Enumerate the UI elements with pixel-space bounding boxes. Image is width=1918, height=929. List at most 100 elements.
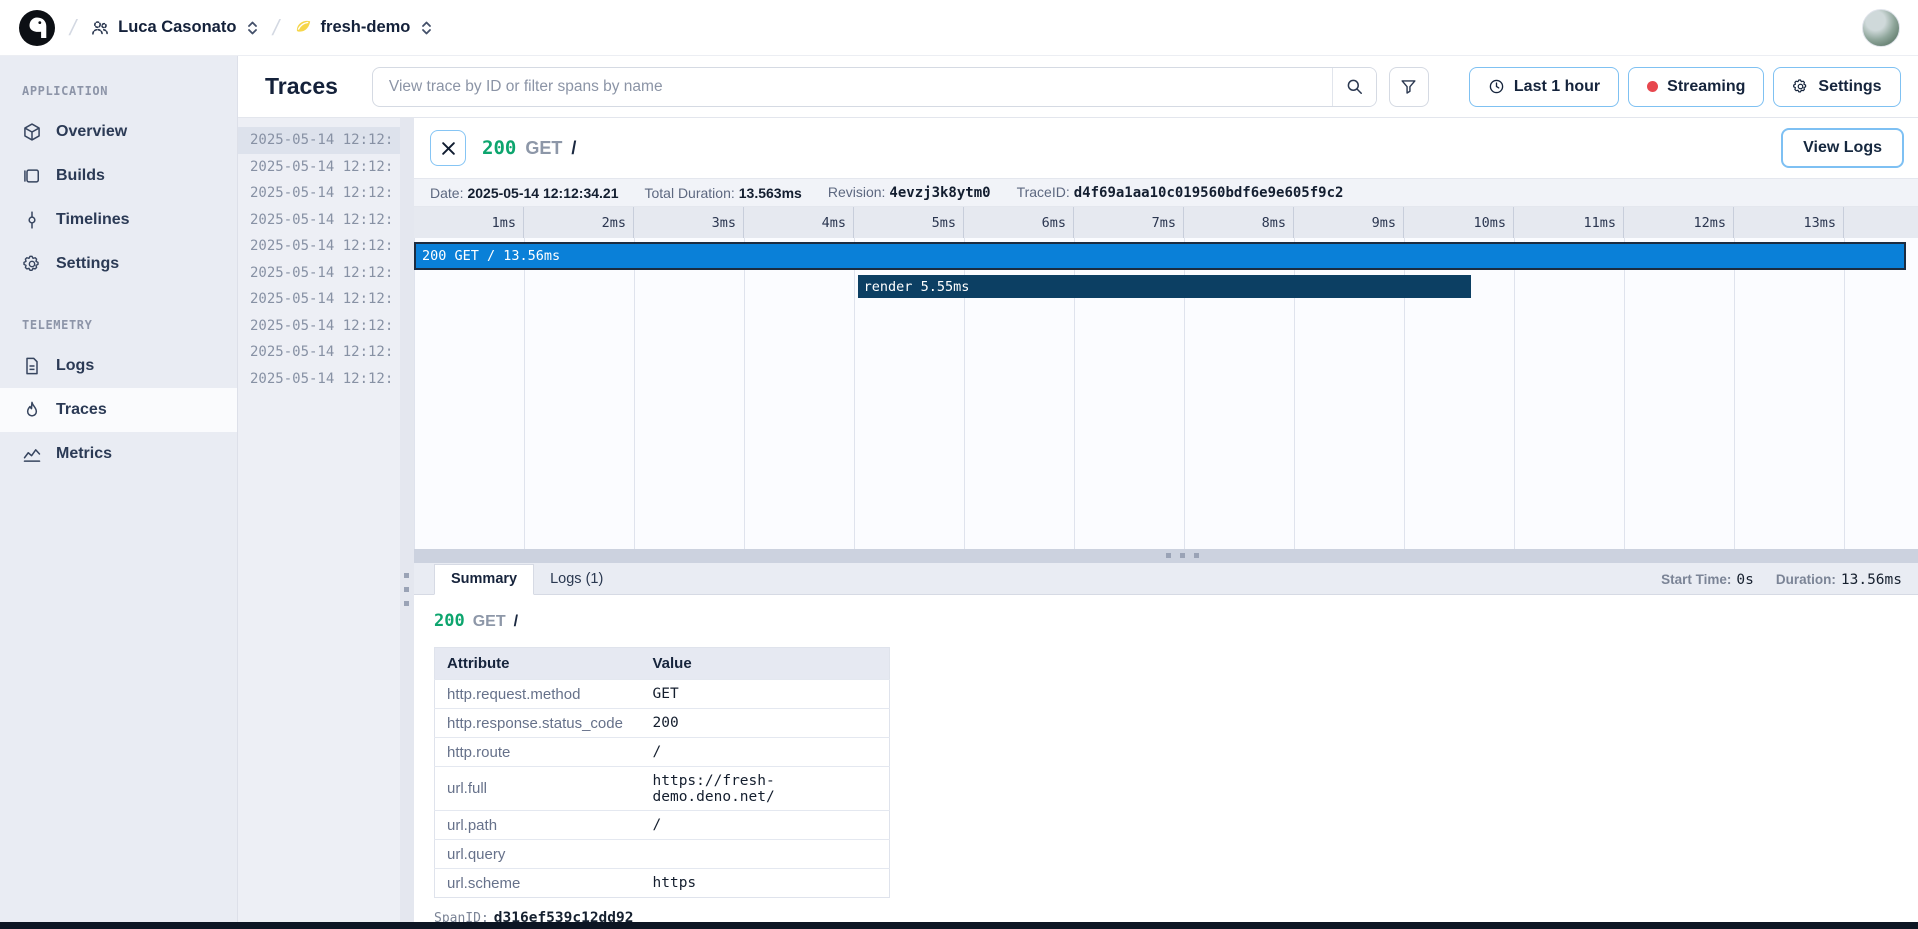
trace-meta-strip: Date:2025-05-14 12:12:34.21 Total Durati… <box>414 178 1918 207</box>
span-id-label: SpanID: <box>434 911 489 922</box>
date-label: Date: <box>430 185 463 201</box>
sidebar-item-label: Settings <box>56 255 119 273</box>
sidebar-item-label: Traces <box>56 401 107 419</box>
table-row: http.route / <box>435 738 890 767</box>
sidebar-item-settings[interactable]: Settings <box>0 242 237 286</box>
status-code: 200 <box>482 137 516 159</box>
summary-panel: 200 GET / Attribute Value <box>414 595 1918 922</box>
drag-dots-icon <box>1166 553 1199 558</box>
timeline-slider-icon <box>22 210 42 230</box>
sidebar-item-label: Builds <box>56 167 105 185</box>
trace-list-item[interactable]: 2025-05-14 12:12: <box>238 260 400 287</box>
sidebar-section-application: APPLICATION <box>0 74 237 110</box>
span-range-info: Start Time:0s Duration:13.56ms <box>1661 572 1902 594</box>
trace-detail-panel: 200 GET / View Logs Date:2025-05-14 12:1… <box>414 118 1918 922</box>
timeline-ruler: 1ms 2ms 3ms 4ms 5ms 6ms 7ms 8ms <box>414 207 1918 238</box>
span-bar[interactable]: 200 GET / 13.56ms <box>414 242 1906 270</box>
trace-list-item[interactable]: 2025-05-14 12:12: <box>238 366 400 393</box>
ruler-tick: 6ms <box>964 207 1074 238</box>
trace-list-item[interactable]: 2025-05-14 12:12: <box>238 154 400 181</box>
sidebar-item-timelines[interactable]: Timelines <box>0 198 237 242</box>
sidebar-item-builds[interactable]: Builds <box>0 154 237 198</box>
ruler-tick: 11ms <box>1514 207 1624 238</box>
sidebar-section-telemetry: TELEMETRY <box>0 308 237 344</box>
streaming-button[interactable]: Streaming <box>1628 67 1764 107</box>
settings-label: Settings <box>1818 78 1881 96</box>
attribute-value: / <box>641 738 890 767</box>
breadcrumb-project[interactable]: fresh-demo <box>294 18 434 37</box>
span-bar[interactable]: render 5.55ms <box>858 275 1472 298</box>
duration-label: Duration: <box>1776 572 1836 587</box>
attribute-name: http.request.method <box>435 680 641 709</box>
project-selector-icon[interactable] <box>420 20 433 36</box>
table-row: http.request.method GET <box>435 680 890 709</box>
fresh-project-icon <box>294 18 313 37</box>
route-path: / <box>571 138 576 159</box>
sidebar-item-traces[interactable]: Traces <box>0 388 237 432</box>
details-tab-bar: Summary Logs (1) Start Time:0s Duration:… <box>414 563 1918 595</box>
column-header-value: Value <box>641 648 890 680</box>
total-duration-label: Total Duration: <box>644 185 734 201</box>
search-input[interactable] <box>373 68 1332 106</box>
trace-list-item[interactable]: 2025-05-14 12:12: <box>238 233 400 260</box>
streaming-label: Streaming <box>1667 78 1745 96</box>
trace-settings-button[interactable]: Settings <box>1773 67 1900 107</box>
trace-list-item[interactable]: 2025-05-14 12:12: <box>238 339 400 366</box>
deno-logo-icon[interactable] <box>18 9 56 47</box>
org-selector-icon[interactable] <box>246 20 259 36</box>
table-row: url.path / <box>435 811 890 840</box>
view-logs-button[interactable]: View Logs <box>1781 128 1904 168</box>
sidebar-item-metrics[interactable]: Metrics <box>0 432 237 476</box>
breadcrumb-separator: / <box>271 15 283 41</box>
filter-button[interactable] <box>1389 67 1429 107</box>
http-method: GET <box>473 613 506 631</box>
attribute-name: url.path <box>435 811 641 840</box>
close-icon <box>441 141 456 156</box>
ruler-tick: 5ms <box>854 207 964 238</box>
attribute-value: 200 <box>641 709 890 738</box>
route-path: / <box>514 613 518 631</box>
sidebar-item-logs[interactable]: Logs <box>0 344 237 388</box>
cube-icon <box>22 122 42 142</box>
sidebar-item-label: Logs <box>56 357 94 375</box>
trace-list-item[interactable]: 2025-05-14 12:12: <box>238 286 400 313</box>
horizontal-resize-handle[interactable] <box>414 549 1918 563</box>
breadcrumb-org[interactable]: Luca Casonato <box>90 18 259 38</box>
metrics-chart-icon <box>22 444 42 464</box>
time-range-button[interactable]: Last 1 hour <box>1469 67 1619 107</box>
revision-label: Revision: <box>828 184 886 200</box>
tab-summary[interactable]: Summary <box>434 564 534 595</box>
time-range-label: Last 1 hour <box>1514 78 1600 96</box>
attribute-name: url.query <box>435 840 641 869</box>
ruler-tick: 12ms <box>1624 207 1734 238</box>
vertical-resize-handle[interactable] <box>400 118 414 922</box>
close-trace-button[interactable] <box>430 130 466 166</box>
ruler-tick: 4ms <box>744 207 854 238</box>
organization-icon <box>90 18 110 38</box>
user-avatar[interactable] <box>1862 9 1900 47</box>
table-row: http.response.status_code 200 <box>435 709 890 738</box>
gear-icon <box>22 254 42 274</box>
start-time-label: Start Time: <box>1661 572 1731 587</box>
search-button[interactable] <box>1332 68 1376 106</box>
trace-list-item[interactable]: 2025-05-14 12:12: <box>238 207 400 234</box>
trace-list-item[interactable]: 2025-05-14 12:12: <box>238 180 400 207</box>
attribute-value: https <box>641 869 890 898</box>
trace-search <box>372 67 1377 107</box>
attribute-name: url.scheme <box>435 869 641 898</box>
attribute-name: http.response.status_code <box>435 709 641 738</box>
trace-list-item[interactable]: 2025-05-14 12:12: <box>238 313 400 340</box>
ruler-tick: 10ms <box>1404 207 1514 238</box>
total-duration-value: 13.563ms <box>739 185 802 201</box>
gear-icon <box>1792 78 1809 95</box>
page-header: Traces Last 1 hour <box>238 56 1918 118</box>
span-waterfall: 200 GET / 13.56ms render 5.55ms <box>414 238 1918 549</box>
page-title: Traces <box>265 73 338 100</box>
span-id-value: d316ef539c12dd92 <box>494 910 634 922</box>
breadcrumb-separator: / <box>67 15 79 41</box>
sidebar-item-overview[interactable]: Overview <box>0 110 237 154</box>
sidebar-item-label: Metrics <box>56 445 112 463</box>
tab-logs[interactable]: Logs (1) <box>534 565 619 594</box>
trace-list-item-selected[interactable]: 2025-05-14 12:12: <box>238 127 400 154</box>
ruler-tick: 3ms <box>634 207 744 238</box>
